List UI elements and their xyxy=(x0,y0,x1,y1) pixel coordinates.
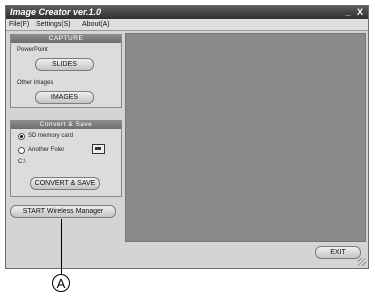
other-images-label: Other Images xyxy=(17,80,54,86)
window-title: Image Creator ver.1.0 xyxy=(10,7,102,17)
folder-icon[interactable] xyxy=(92,144,105,154)
sd-card-radio[interactable] xyxy=(18,133,25,140)
menu-bar: File(F) Settings(S) About(A) xyxy=(6,19,368,31)
preview-area xyxy=(125,33,366,242)
menu-file[interactable]: File(F) xyxy=(9,19,29,30)
callout-marker: A xyxy=(52,274,70,292)
another-folder-radio[interactable] xyxy=(18,147,25,154)
resize-grip[interactable] xyxy=(358,258,366,266)
another-folder-label: Another Foler xyxy=(28,147,65,153)
app-window: Image Creator ver.1.0 _ X File(F) Settin… xyxy=(5,5,369,269)
convert-save-button[interactable]: CONVERT & SAVE xyxy=(30,177,100,190)
slides-button[interactable]: SLIDES xyxy=(35,58,94,71)
images-button[interactable]: IMAGES xyxy=(35,91,94,104)
menu-settings[interactable]: Settings(S) xyxy=(36,19,71,30)
window-controls[interactable]: _ X xyxy=(345,6,365,19)
convert-header: Convert & Save xyxy=(11,121,121,129)
output-path: C:\ xyxy=(18,159,26,165)
start-wireless-manager-button[interactable]: START Wireless Manager xyxy=(10,205,116,218)
callout-line xyxy=(61,219,62,274)
sd-card-label: SD memory card xyxy=(28,133,74,139)
menu-about[interactable]: About(A) xyxy=(82,19,110,30)
capture-header: CAPTURE xyxy=(11,35,121,43)
title-bar[interactable]: Image Creator ver.1.0 _ X xyxy=(6,6,368,19)
convert-panel: Convert & Save SD memory card Another Fo… xyxy=(10,120,122,197)
exit-button[interactable]: EXIT xyxy=(315,246,361,259)
powerpoint-label: PowerPoint xyxy=(17,47,48,53)
capture-panel: CAPTURE PowerPoint SLIDES Other Images I… xyxy=(10,34,122,108)
